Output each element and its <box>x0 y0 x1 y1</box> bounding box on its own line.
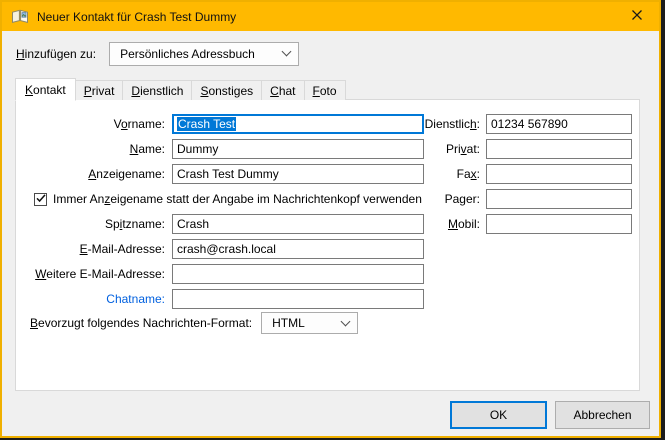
cancel-button[interactable]: Abbrechen <box>555 401 650 429</box>
field-row-email: E-Mail-Adresse: crash@crash.local <box>22 238 424 260</box>
field-row-spitzname: Spitzname: Crash <box>22 213 424 235</box>
dienstlich-label: Dienstlich: <box>414 117 486 131</box>
tab-foto[interactable]: Foto <box>304 80 346 100</box>
name-input[interactable]: Dummy <box>172 139 424 159</box>
dienstlich-input[interactable]: 01234 567890 <box>486 114 632 134</box>
weitere-email-label: Weitere E-Mail-Adresse: <box>22 267 172 281</box>
fax-label: Fax: <box>414 167 486 181</box>
pager-label: Pager: <box>414 192 486 206</box>
vorname-input[interactable]: Crash Test <box>172 114 424 134</box>
weitere-email-input[interactable] <box>172 264 424 284</box>
field-row-name: Name: Dummy <box>22 138 424 160</box>
address-book-selected-value: Persönliches Adressbuch <box>120 47 255 61</box>
checkmark-icon <box>36 192 46 206</box>
field-row-pager: Pager: <box>414 188 638 210</box>
field-row-chatname: Chatname: <box>22 288 424 310</box>
pager-input[interactable] <box>486 189 632 209</box>
field-row-dienstlich: Dienstlich: 01234 567890 <box>414 113 638 135</box>
spitzname-input[interactable]: Crash <box>172 214 424 234</box>
field-row-anzeigename: Anzeigename: Crash Test Dummy <box>22 163 424 185</box>
fax-input[interactable] <box>486 164 632 184</box>
privat-label: Privat: <box>414 142 486 156</box>
message-format-label: Bevorzugt folgendes Nachrichten-Format: <box>30 316 252 330</box>
tab-strip: Kontakt Privat Dienstlich Sonstiges Chat… <box>15 77 345 100</box>
ok-button[interactable]: OK <box>450 401 547 429</box>
tab-panel-kontakt: Vorname: Crash Test Name: Dummy Anzeigen… <box>15 99 640 391</box>
email-input[interactable]: crash@crash.local <box>172 239 424 259</box>
field-row-privat: Privat: <box>414 138 638 160</box>
vorname-label: Vorname: <box>22 117 172 131</box>
anzeigename-input[interactable]: Crash Test Dummy <box>172 164 424 184</box>
field-row-fax: Fax: <box>414 163 638 185</box>
chatname-label[interactable]: Chatname: <box>22 292 172 306</box>
field-row-weitere-email: Weitere E-Mail-Adresse: <box>22 263 424 285</box>
mobil-label: Mobil: <box>414 217 486 231</box>
field-row-vorname: Vorname: Crash Test <box>22 113 424 135</box>
new-contact-dialog: Neuer Kontakt für Crash Test Dummy Hinzu… <box>0 0 661 438</box>
message-format-row: Bevorzugt folgendes Nachrichten-Format: … <box>30 312 358 334</box>
checkbox-checked[interactable] <box>34 193 47 206</box>
spitzname-label: Spitzname: <box>22 217 172 231</box>
address-book-icon <box>11 9 29 25</box>
tab-privat[interactable]: Privat <box>75 80 124 100</box>
tab-chat[interactable]: Chat <box>261 80 304 100</box>
close-button[interactable] <box>615 2 659 31</box>
privat-input[interactable] <box>486 139 632 159</box>
add-to-label: Hinzufügen zu: <box>16 47 96 61</box>
add-to-row: Hinzufügen zu: Persönliches Adressbuch <box>16 41 299 66</box>
message-format-selected-value: HTML <box>272 316 305 330</box>
tab-kontakt[interactable]: Kontakt <box>15 78 76 101</box>
selected-text: Crash Test <box>177 117 236 131</box>
chevron-down-icon <box>282 47 292 57</box>
message-format-select[interactable]: HTML <box>261 312 358 334</box>
field-row-mobil: Mobil: <box>414 213 638 235</box>
tab-dienstlich[interactable]: Dienstlich <box>122 80 192 100</box>
anzeigename-checkbox-row: Immer Anzeigename statt der Angabe im Na… <box>34 188 422 210</box>
tab-sonstiges[interactable]: Sonstiges <box>191 80 262 100</box>
anzeigename-label: Anzeigename: <box>22 167 172 181</box>
chevron-down-icon <box>341 316 351 326</box>
address-book-select[interactable]: Persönliches Adressbuch <box>109 42 299 66</box>
name-label: Name: <box>22 142 172 156</box>
mobil-input[interactable] <box>486 214 632 234</box>
email-label: E-Mail-Adresse: <box>22 242 172 256</box>
checkbox-label[interactable]: Immer Anzeigename statt der Angabe im Na… <box>53 192 422 206</box>
chatname-input[interactable] <box>172 289 424 309</box>
close-icon <box>631 9 643 24</box>
titlebar[interactable]: Neuer Kontakt für Crash Test Dummy <box>2 2 659 31</box>
window-title: Neuer Kontakt für Crash Test Dummy <box>37 10 236 24</box>
